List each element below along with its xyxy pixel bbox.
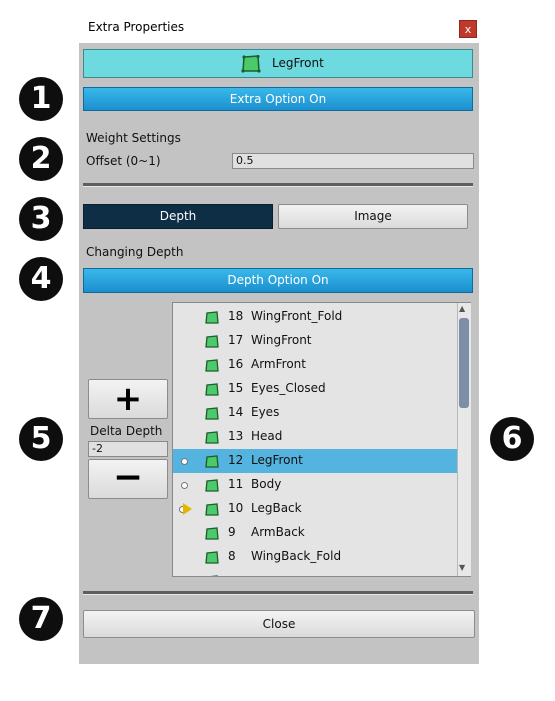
layer-name: WingBack_Fold [251, 549, 342, 563]
layer-name: Eyes_Closed [251, 381, 326, 395]
mesh-icon [205, 526, 219, 545]
mesh-icon [205, 430, 219, 449]
layer-row[interactable]: 17 WingFront [173, 329, 457, 353]
delta-depth-label: Delta Depth [90, 424, 163, 438]
layer-depth: 18 [228, 309, 244, 323]
callout-badge-7: 7 [19, 597, 63, 641]
layer-depth: 10 [228, 501, 244, 515]
scroll-down-icon[interactable]: ▼ [459, 563, 465, 572]
current-arrow-icon [183, 503, 192, 515]
scroll-up-icon[interactable]: ▲ [459, 304, 465, 313]
depth-option-button[interactable]: Depth Option On [83, 268, 473, 293]
layer-row[interactable]: 12 LegFront [173, 449, 457, 473]
layer-row[interactable]: 13 Head [173, 425, 457, 449]
layer-row[interactable]: 8 WingBack_Fold [173, 545, 457, 569]
marker-dot-icon [181, 458, 188, 465]
layer-row[interactable]: 10 LegBack [173, 497, 457, 521]
layer-name: Head [251, 429, 283, 443]
layer-row[interactable]: 16 ArmFront [173, 353, 457, 377]
callout-badge-5: 5 [19, 417, 63, 461]
layer-depth: 16 [228, 357, 244, 371]
mesh-icon [205, 310, 219, 329]
layer-name: ArmBack [251, 525, 305, 539]
tab-depth[interactable]: Depth [83, 204, 273, 229]
layer-depth: 13 [228, 429, 244, 443]
layer-depth: 11 [228, 477, 244, 491]
close-window-button[interactable]: x [459, 20, 477, 38]
layer-name: LegFront [251, 453, 303, 467]
layer-name: Body [251, 477, 282, 491]
offset-label: Offset (0~1) [86, 154, 161, 168]
callout-badge-3: 3 [19, 197, 63, 241]
delta-depth-field[interactable]: -2 [88, 441, 168, 457]
mesh-icon [205, 550, 219, 569]
layer-name: Eyes [251, 405, 280, 419]
changing-depth-label: Changing Depth [86, 245, 184, 259]
decrease-depth-button[interactable]: − [88, 459, 168, 499]
layer-name: LegBack [251, 501, 302, 515]
mesh-icon [205, 478, 219, 497]
scrollbar-thumb[interactable] [459, 318, 469, 408]
layer-row[interactable]: 18 WingFront_Fold [173, 305, 457, 329]
layer-depth: 15 [228, 381, 244, 395]
mesh-icon [241, 54, 261, 77]
object-name: LegFront [272, 56, 324, 70]
layer-row[interactable]: 11 Body [173, 473, 457, 497]
mesh-icon [205, 502, 219, 521]
divider [83, 591, 473, 595]
layer-row[interactable]: 9 ArmBack [173, 521, 457, 545]
mesh-icon [205, 334, 219, 353]
layer-row-partial[interactable] [173, 569, 457, 576]
layer-list[interactable]: 18 WingFront_Fold 17 WingFront 16 ArmFront 15 E… [172, 302, 471, 577]
mesh-icon [205, 406, 219, 425]
extra-option-button[interactable]: Extra Option On [83, 87, 473, 111]
layer-depth: 17 [228, 333, 244, 347]
layer-name: WingFront_Fold [251, 309, 343, 323]
layer-row[interactable]: 15 Eyes_Closed [173, 377, 457, 401]
close-button[interactable]: Close [83, 610, 475, 638]
layer-depth: 14 [228, 405, 244, 419]
tab-image[interactable]: Image [278, 204, 468, 229]
marker-dot-icon [181, 482, 188, 489]
layer-name: ArmFront [251, 357, 306, 371]
weight-settings-heading: Weight Settings [86, 131, 181, 145]
divider [83, 183, 473, 187]
mesh-icon [205, 358, 219, 377]
mesh-icon [205, 454, 219, 473]
layer-depth: 12 [228, 453, 244, 467]
callout-badge-6: 6 [490, 417, 534, 461]
layer-name: WingFront [251, 333, 312, 347]
callout-badge-1: 1 [19, 77, 63, 121]
callout-badge-2: 2 [19, 137, 63, 181]
offset-field[interactable]: 0.5 [232, 153, 474, 169]
window-title: Extra Properties [88, 20, 185, 34]
layer-depth: 9 [228, 525, 236, 539]
layer-row[interactable]: 14 Eyes [173, 401, 457, 425]
increase-depth-button[interactable]: + [88, 379, 168, 419]
callout-badge-4: 4 [19, 257, 63, 301]
mesh-icon [205, 574, 219, 576]
layer-depth: 8 [228, 549, 236, 563]
object-name-bar: LegFront [83, 49, 473, 78]
mesh-icon [205, 382, 219, 401]
